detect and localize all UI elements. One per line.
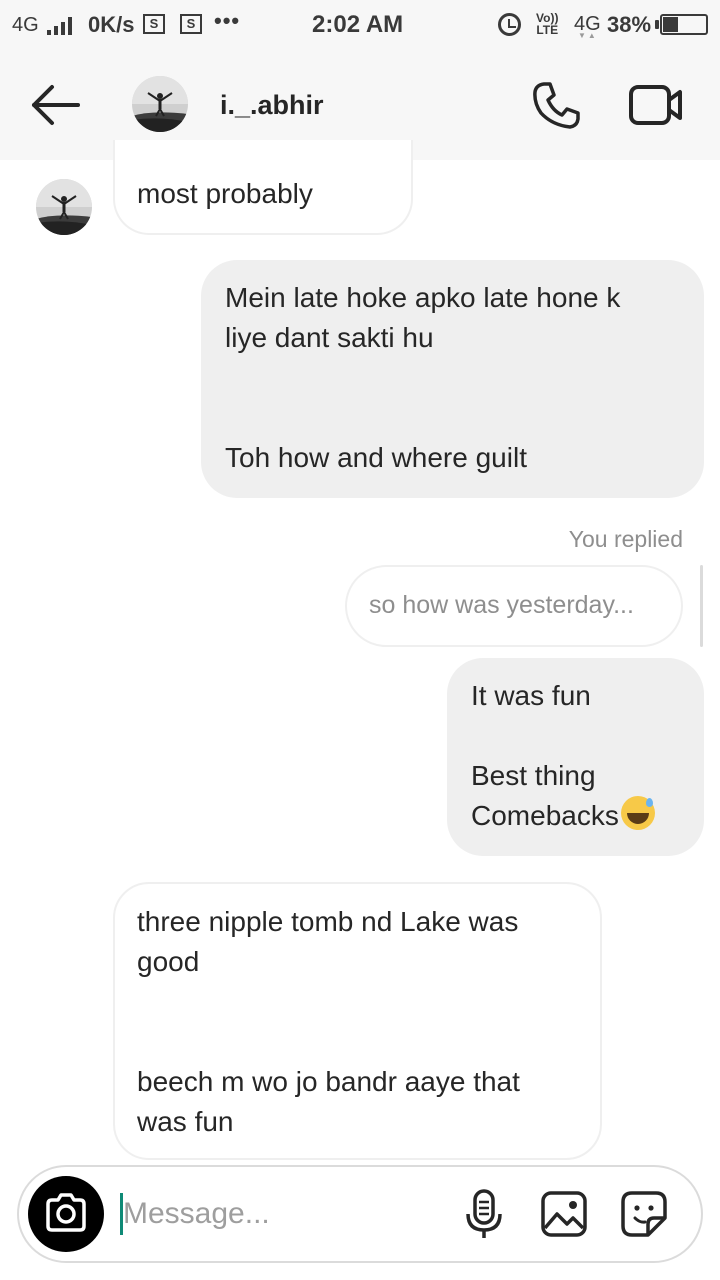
battery-icon (660, 14, 708, 35)
battery-tip (655, 20, 659, 29)
profile-photo (36, 179, 92, 235)
battery-level (663, 17, 678, 32)
camera-button[interactable] (28, 1176, 104, 1252)
network-speed: 0K/s (88, 12, 135, 37)
gallery-icon[interactable] (540, 1190, 588, 1238)
message-bubble[interactable]: Mein late hoke apko late hone k liye dan… (201, 260, 704, 498)
alarm-icon (498, 13, 521, 36)
data-activity-icon: ▼▲ (578, 31, 598, 40)
signal-icon (47, 17, 75, 35)
microphone-icon[interactable] (462, 1188, 506, 1240)
battery-percent: 38% (607, 12, 652, 37)
profile-photo (132, 76, 188, 132)
message-bubble[interactable]: most probably (113, 140, 413, 235)
message-text: It was fun Best thing Comebacks (471, 680, 619, 831)
status-bar: 4G 0K/s S S ••• 2:02 AM Vo)) LTE 4G ▼▲ 3… (0, 0, 720, 50)
network-type-left: 4G (12, 14, 39, 36)
clock: 2:02 AM (312, 11, 404, 38)
chat-username[interactable]: i._.abhir (220, 90, 324, 121)
sim-icon: S (143, 14, 165, 34)
reply-indicator-bar (700, 565, 703, 647)
volte-bottom: LTE (536, 23, 559, 37)
sim-icon: S (180, 14, 202, 34)
avatar[interactable] (132, 76, 188, 132)
camera-icon (46, 1193, 86, 1232)
phone-icon[interactable] (530, 80, 582, 132)
quoted-message[interactable]: so how was yesterday... (345, 565, 683, 647)
message-input[interactable] (123, 1193, 443, 1235)
sticker-icon[interactable] (620, 1190, 668, 1238)
back-arrow-icon[interactable] (30, 83, 82, 127)
volte-indicator: Vo)) LTE (536, 12, 558, 36)
video-camera-icon[interactable] (628, 83, 684, 127)
grinning-sweat-emoji-icon (620, 796, 655, 830)
message-bubble[interactable]: three nipple tomb nd Lake was good beech… (113, 882, 602, 1160)
message-bubble[interactable]: It was fun Best thing Comebacks (447, 658, 704, 856)
reply-label: You replied (568, 526, 683, 552)
more-notifications-icon: ••• (214, 8, 241, 33)
sender-avatar[interactable] (36, 179, 92, 235)
